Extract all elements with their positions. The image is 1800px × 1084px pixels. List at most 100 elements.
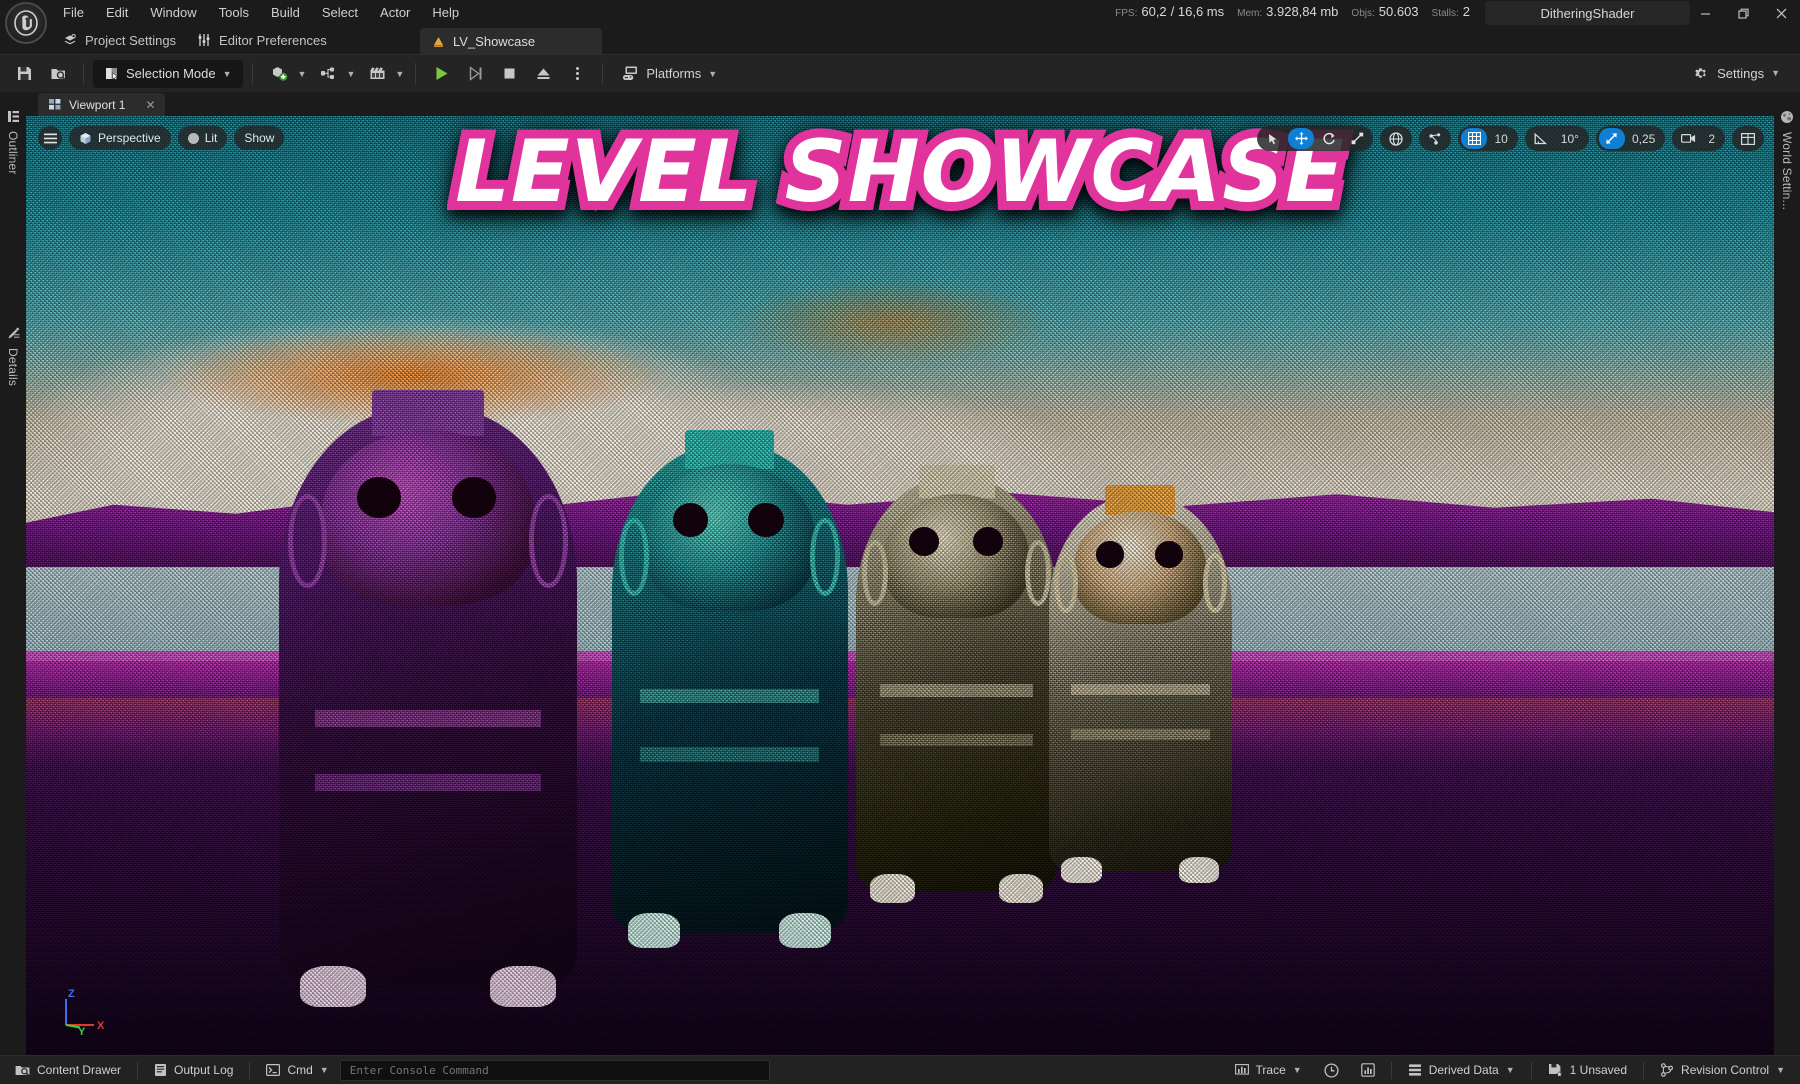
derived-data-dropdown[interactable]: Derived Data ▼ bbox=[1397, 1059, 1526, 1082]
grid-snap-value[interactable]: 10 bbox=[1488, 132, 1515, 146]
minimize-button[interactable] bbox=[1686, 0, 1724, 26]
view-mode-dropdown[interactable]: Lit bbox=[177, 126, 228, 150]
main-toolbar: Selection Mode ▼ ▼ ▼ ▼ Platforms ▼ Setti… bbox=[0, 54, 1800, 92]
viewport-options-menu[interactable] bbox=[38, 126, 62, 150]
chevron-down-icon-platforms: ▼ bbox=[708, 68, 718, 79]
close-icon[interactable]: ✕ bbox=[145, 98, 155, 112]
stat-objs-label: Objs: bbox=[1351, 8, 1375, 19]
play-button[interactable] bbox=[425, 59, 457, 89]
viewport-tab-icon bbox=[49, 99, 61, 110]
viewport-3d[interactable]: LEVEL SHOWCASE Perspective Lit Show 10 1… bbox=[26, 116, 1774, 1055]
menu-file[interactable]: File bbox=[52, 1, 95, 25]
rotate-tool-button[interactable] bbox=[1316, 128, 1342, 149]
menu-select[interactable]: Select bbox=[311, 1, 369, 25]
stop-button[interactable] bbox=[493, 59, 525, 89]
grid-snap-toggle[interactable] bbox=[1461, 128, 1488, 149]
camera-speed-button[interactable] bbox=[1675, 128, 1701, 149]
viewport-layout-button[interactable] bbox=[1735, 128, 1761, 149]
details-icon bbox=[7, 327, 20, 340]
statue-4-ear-right bbox=[1202, 552, 1227, 613]
skip-frame-button[interactable] bbox=[459, 59, 491, 89]
scale-tool-button[interactable] bbox=[1344, 128, 1370, 149]
bar-chart-icon bbox=[1360, 1063, 1375, 1077]
status-divider-1 bbox=[137, 1061, 139, 1079]
menu-edit[interactable]: Edit bbox=[95, 1, 139, 25]
cinematics-button[interactable]: ▼ bbox=[359, 59, 406, 89]
sidebar-item-details[interactable]: Details bbox=[4, 317, 22, 396]
save-button[interactable] bbox=[8, 59, 40, 89]
statue-4-foot-right bbox=[1178, 856, 1220, 884]
cmd-label: Cmd bbox=[287, 1063, 313, 1077]
stat-stalls-label: Stalls: bbox=[1431, 8, 1459, 19]
content-drawer-button[interactable]: Content Drawer bbox=[4, 1059, 132, 1082]
axis-gizmo: Z X Y bbox=[54, 985, 110, 1037]
create-actor-button[interactable]: ▼ bbox=[262, 59, 309, 89]
menu-build[interactable]: Build bbox=[260, 1, 311, 25]
camera-speed-value[interactable]: 2 bbox=[1702, 132, 1723, 146]
console-command-input[interactable] bbox=[339, 1059, 770, 1081]
cmd-dropdown[interactable]: Cmd ▼ bbox=[255, 1059, 339, 1082]
stat-objs: Objs: 50.603 bbox=[1351, 4, 1418, 19]
trace-dropdown[interactable]: Trace ▼ bbox=[1224, 1059, 1313, 1082]
console-icon bbox=[266, 1064, 281, 1076]
statue-1-band-2 bbox=[315, 773, 541, 792]
statue-3-foot-right bbox=[999, 874, 1044, 904]
sidebar-item-outliner[interactable]: Outliner bbox=[4, 100, 22, 185]
scale-snap-toggle[interactable] bbox=[1598, 128, 1625, 149]
chevron-down-icon-cmd: ▼ bbox=[319, 1065, 329, 1075]
statue-2-eye-right bbox=[748, 503, 784, 538]
menu-actor[interactable]: Actor bbox=[369, 1, 421, 25]
toolbar-divider-3 bbox=[415, 62, 417, 85]
menu-window[interactable]: Window bbox=[139, 1, 207, 25]
stats-button[interactable] bbox=[1350, 1059, 1386, 1082]
viewport-tabbar: Viewport 1 ✕ bbox=[26, 92, 1774, 116]
perspective-dropdown[interactable]: Perspective bbox=[69, 126, 171, 150]
scale-snap-group: 0,25 bbox=[1595, 126, 1666, 151]
outliner-icon bbox=[7, 110, 20, 123]
level-icon bbox=[432, 35, 445, 48]
chevron-down-icon-bp: ▼ bbox=[346, 68, 356, 79]
scale-snap-value[interactable]: 0,25 bbox=[1626, 132, 1663, 146]
play-options-button[interactable] bbox=[561, 59, 593, 89]
create-actor-icon bbox=[264, 59, 296, 89]
menu-tools[interactable]: Tools bbox=[208, 1, 260, 25]
browse-button[interactable] bbox=[42, 59, 74, 89]
show-flags-dropdown[interactable]: Show bbox=[234, 126, 285, 150]
statue-2-foot-left bbox=[628, 913, 680, 948]
selection-mode-dropdown[interactable]: Selection Mode ▼ bbox=[93, 59, 243, 88]
project-settings-shortcut[interactable]: Project Settings bbox=[52, 26, 186, 54]
revision-control-icon bbox=[1660, 1063, 1674, 1077]
output-log-button[interactable]: Output Log bbox=[143, 1059, 244, 1082]
angle-snap-toggle[interactable] bbox=[1528, 128, 1554, 149]
viewport-area: Viewport 1 ✕ LEVEL SHOWCASE Perspective … bbox=[26, 92, 1774, 1055]
select-tool-button[interactable] bbox=[1260, 128, 1286, 149]
tab-viewport-1[interactable]: Viewport 1 ✕ bbox=[38, 93, 165, 116]
stat-mem-label: Mem: bbox=[1237, 8, 1263, 19]
status-bar: Content Drawer Output Log Cmd ▼ Trace ▼ bbox=[0, 1055, 1800, 1084]
unreal-logo-icon[interactable] bbox=[5, 2, 47, 44]
performance-monitor-button[interactable] bbox=[1313, 1059, 1350, 1082]
chevron-down-icon-rc: ▼ bbox=[1776, 1065, 1785, 1075]
blueprints-button[interactable]: ▼ bbox=[310, 59, 357, 89]
surface-snap-button[interactable] bbox=[1422, 128, 1448, 149]
platforms-button[interactable]: Platforms ▼ bbox=[612, 60, 727, 88]
editor-preferences-shortcut[interactable]: Editor Preferences bbox=[186, 26, 337, 54]
restore-button[interactable] bbox=[1724, 0, 1762, 26]
status-divider-2 bbox=[249, 1061, 251, 1079]
eject-button[interactable] bbox=[527, 59, 559, 89]
unsaved-button[interactable]: 1 Unsaved bbox=[1537, 1059, 1638, 1082]
close-button[interactable] bbox=[1762, 0, 1800, 26]
revision-control-dropdown[interactable]: Revision Control ▼ bbox=[1649, 1059, 1796, 1082]
toolbar-divider bbox=[83, 62, 84, 85]
angle-snap-value[interactable]: 10° bbox=[1555, 132, 1587, 146]
statue-2-ear-left bbox=[618, 517, 650, 597]
statue-2-head bbox=[644, 464, 815, 611]
world-coordinate-button[interactable] bbox=[1383, 128, 1409, 149]
sidebar-item-world-settings[interactable]: World Settin... bbox=[1778, 100, 1796, 220]
menu-help[interactable]: Help bbox=[421, 1, 470, 25]
level-tab[interactable]: LV_Showcase bbox=[420, 28, 602, 54]
settings-button[interactable]: Settings ▼ bbox=[1683, 59, 1790, 87]
chevron-down-icon-create: ▼ bbox=[297, 68, 307, 79]
derived-data-label: Derived Data bbox=[1428, 1063, 1499, 1077]
move-tool-button[interactable] bbox=[1288, 128, 1315, 149]
